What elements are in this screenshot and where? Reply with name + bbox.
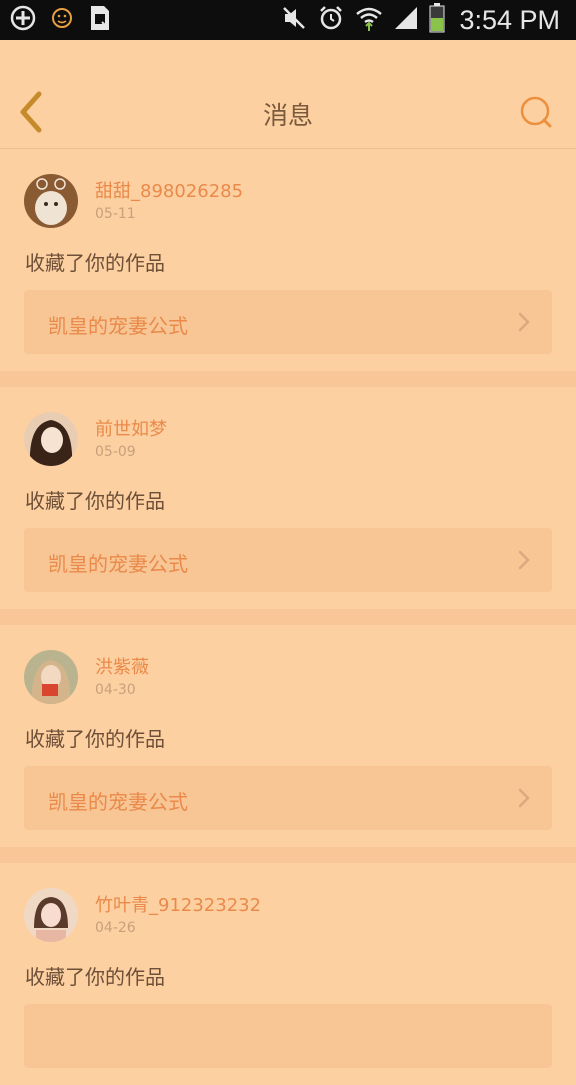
app-header: 消息 (0, 40, 576, 149)
divider (0, 371, 576, 387)
work-title: 凯皇的宠妻公式 (48, 552, 188, 576)
message-date: 04-26 (95, 920, 136, 936)
search-button[interactable] (516, 94, 556, 134)
message-action: 收藏了你的作品 (25, 727, 165, 751)
page-title: 消息 (262, 101, 313, 130)
signal-icon (393, 5, 419, 35)
work-link[interactable]: 凯皇的宠妻公式 (24, 290, 552, 354)
avatar[interactable] (24, 412, 78, 466)
work-link[interactable]: 凯皇的宠妻公式 (24, 528, 552, 592)
message-action: 收藏了你的作品 (25, 489, 165, 513)
username[interactable]: 竹叶青_912323232 (95, 891, 261, 917)
chevron-right-icon (518, 550, 530, 574)
work-title: 凯皇的宠妻公式 (48, 314, 188, 338)
work-title: 凯皇的宠妻公式 (48, 790, 188, 814)
username[interactable]: 甜甜_898026285 (95, 177, 243, 203)
battery-icon (429, 3, 445, 37)
message-date: 05-11 (95, 206, 136, 222)
message-item: 洪紫薇 04-30 收藏了你的作品 凯皇的宠妻公式 (0, 625, 576, 847)
work-link[interactable]: 凯皇的宠妻公式 (24, 766, 552, 830)
status-bar: 3:54 PM (0, 0, 576, 40)
sim-card-icon (88, 4, 112, 36)
username[interactable]: 前世如梦 (95, 415, 167, 441)
status-time: 3:54 PM (459, 4, 560, 35)
username[interactable]: 洪紫薇 (95, 653, 149, 679)
message-item: 竹叶青_912323232 04-26 收藏了你的作品 (0, 863, 576, 1085)
divider (0, 609, 576, 625)
message-action: 收藏了你的作品 (25, 965, 165, 989)
work-link[interactable] (24, 1004, 552, 1068)
message-item: 甜甜_898026285 05-11 收藏了你的作品 凯皇的宠妻公式 (0, 149, 576, 371)
alarm-icon (317, 4, 345, 36)
message-list: 甜甜_898026285 05-11 收藏了你的作品 凯皇的宠妻公式 前世如梦 … (0, 149, 576, 1085)
avatar[interactable] (24, 888, 78, 942)
avatar[interactable] (24, 174, 78, 228)
message-item: 前世如梦 05-09 收藏了你的作品 凯皇的宠妻公式 (0, 387, 576, 609)
emoji-icon (50, 6, 74, 34)
wifi-icon (355, 4, 383, 36)
add-circle-icon (10, 5, 36, 35)
avatar[interactable] (24, 650, 78, 704)
search-icon (519, 95, 553, 133)
message-date: 04-30 (95, 682, 136, 698)
message-action: 收藏了你的作品 (25, 251, 165, 275)
chevron-right-icon (518, 788, 530, 812)
divider (0, 847, 576, 863)
mute-icon (281, 5, 307, 35)
chevron-right-icon (518, 312, 530, 336)
message-date: 05-09 (95, 444, 136, 460)
